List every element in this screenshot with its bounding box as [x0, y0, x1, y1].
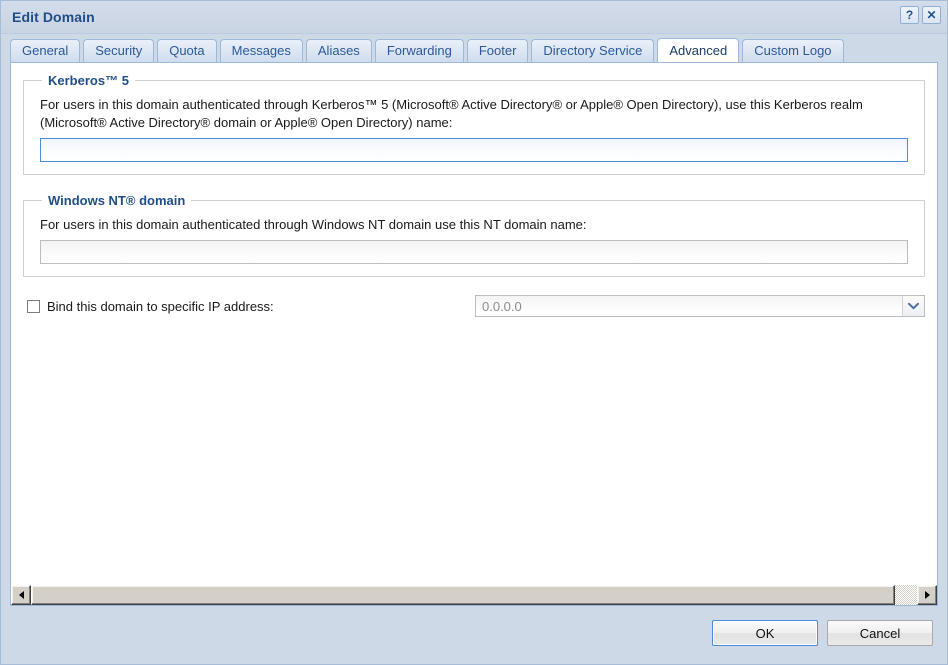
tab-messages[interactable]: Messages [219, 39, 303, 62]
chevron-down-icon[interactable] [902, 296, 924, 316]
tab-content-advanced: Kerberos™ 5 For users in this domain aut… [10, 62, 938, 606]
kerberos-description: For users in this domain authenticated t… [40, 97, 863, 130]
horizontal-scrollbar[interactable] [11, 584, 937, 605]
tab-general[interactable]: General [10, 39, 81, 62]
kerberos-group-legend: Kerberos™ 5 [48, 73, 129, 88]
scrollbar-thumb[interactable] [31, 585, 895, 605]
bind-ip-checkbox[interactable] [27, 299, 40, 313]
help-icon[interactable]: ? [900, 6, 919, 24]
edit-domain-dialog: Edit Domain ? ✕ General Security Quota M… [0, 0, 948, 665]
windows-nt-domain-group: Windows NT® domain For users in this dom… [23, 193, 925, 277]
dialog-titlebar: Edit Domain ? ✕ [1, 1, 947, 34]
advanced-settings-body: Kerberos™ 5 For users in this domain aut… [11, 63, 937, 584]
close-icon[interactable]: ✕ [922, 6, 941, 24]
kerberos-realm-input[interactable] [40, 138, 908, 162]
tab-forwarding[interactable]: Forwarding [374, 39, 464, 62]
windows-nt-group-legend: Windows NT® domain [48, 193, 186, 208]
scroll-right-arrow-icon[interactable] [917, 585, 937, 605]
bind-ip-label[interactable]: Bind this domain to specific IP address: [47, 299, 274, 314]
footer-button-group: OK Cancel [712, 620, 933, 646]
tab-custom-logo[interactable]: Custom Logo [742, 39, 844, 62]
tab-advanced[interactable]: Advanced [657, 38, 740, 62]
tab-security[interactable]: Security [83, 39, 155, 62]
tab-strip: General Security Quota Messages Aliases … [1, 34, 947, 62]
dialog-title: Edit Domain [12, 9, 95, 25]
kerberos-group: Kerberos™ 5 For users in this domain aut… [23, 73, 925, 175]
tab-quota[interactable]: Quota [157, 39, 217, 62]
tab-footer[interactable]: Footer [466, 39, 529, 62]
tab-aliases[interactable]: Aliases [305, 39, 372, 62]
bind-ip-dropdown[interactable]: 0.0.0.0 [475, 295, 925, 317]
cancel-button[interactable]: Cancel [827, 620, 933, 646]
windows-nt-domain-input[interactable] [40, 240, 908, 264]
scrollbar-track[interactable] [31, 585, 917, 605]
bind-ip-selected-value: 0.0.0.0 [482, 298, 522, 314]
windows-nt-description: For users in this domain authenticated t… [40, 217, 587, 232]
tab-directory-service[interactable]: Directory Service [531, 39, 655, 62]
bind-ip-row: Bind this domain to specific IP address:… [27, 295, 925, 317]
titlebar-button-group: ? ✕ [900, 6, 941, 24]
ok-button[interactable]: OK [712, 620, 818, 646]
dialog-footer: OK Cancel [1, 606, 947, 664]
scroll-left-arrow-icon[interactable] [11, 585, 31, 605]
